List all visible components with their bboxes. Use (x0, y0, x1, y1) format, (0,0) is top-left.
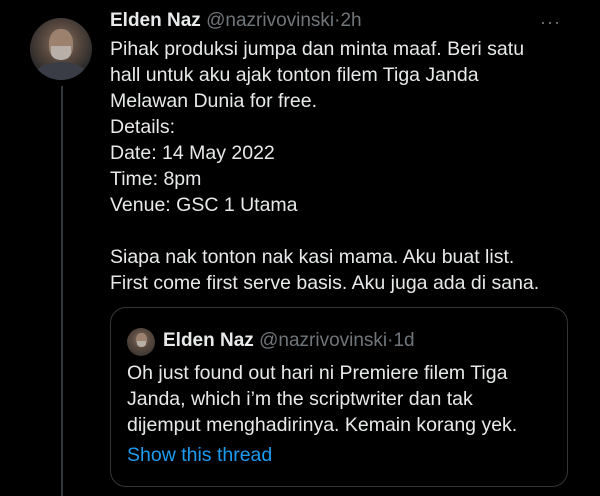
quoted-user-handle: @nazrivovinski (259, 330, 388, 351)
quoted-timestamp: 1d (393, 330, 415, 351)
quoted-avatar-beard (137, 341, 146, 347)
avatar-beard (51, 46, 71, 60)
user-handle[interactable]: @nazrivovinski (206, 10, 334, 31)
tweet-text-line: Date: 14 May 2022 (110, 142, 275, 164)
tweet-text-line: Pihak produksi jumpa dan minta maaf. Ber… (110, 38, 525, 60)
tweet-header: Elden Naz @nazrivovinski·2h (110, 9, 362, 33)
tweet-text-line: Siapa nak tonton nak kasi mama. Aku buat… (110, 246, 515, 268)
tweet-text-line: hall untuk aku ajak tonton filem Tiga Ja… (110, 64, 479, 86)
thread-line (61, 86, 63, 496)
tweet-text-line: Time: 8pm (110, 168, 202, 190)
avatar[interactable] (30, 18, 92, 80)
tweet-text-line: First come first serve basis. Aku juga a… (110, 272, 540, 294)
quoted-display-name: Elden Naz (163, 330, 254, 351)
tweet-text-line: Venue: GSC 1 Utama (110, 194, 298, 216)
display-name[interactable]: Elden Naz (110, 10, 201, 31)
quoted-tweet-header: Elden Naz @nazrivovinski·1d (163, 328, 415, 354)
tweet[interactable]: Elden Naz @nazrivovinski·2h ··· Pihak pr… (0, 0, 600, 496)
quoted-tweet-text: Oh just found out hari ni Premiere filem… (127, 360, 557, 438)
show-thread-link[interactable]: Show this thread (127, 442, 272, 468)
tweet-text-line: Details: (110, 116, 176, 138)
tweet-text: Pihak produksi jumpa dan minta maaf. Ber… (110, 36, 590, 296)
tweet-text-line: Melawan Dunia for free. (110, 90, 318, 112)
tweet-text-line (110, 218, 590, 244)
quoted-avatar (127, 328, 155, 356)
quoted-tweet[interactable]: Elden Naz @nazrivovinski·1d Oh just foun… (110, 307, 568, 487)
quoted-text-line: Oh just found out hari ni Premiere filem… (127, 362, 508, 384)
more-options-icon[interactable]: ··· (540, 12, 568, 32)
quoted-text-line: Janda, which i’m the scriptwriter dan ta… (127, 388, 473, 410)
quoted-text-line: dijemput menghadirinya. Kemain korang ye… (127, 414, 518, 436)
tweet-timestamp[interactable]: 2h (340, 10, 361, 31)
avatar-shoulders (36, 62, 86, 80)
